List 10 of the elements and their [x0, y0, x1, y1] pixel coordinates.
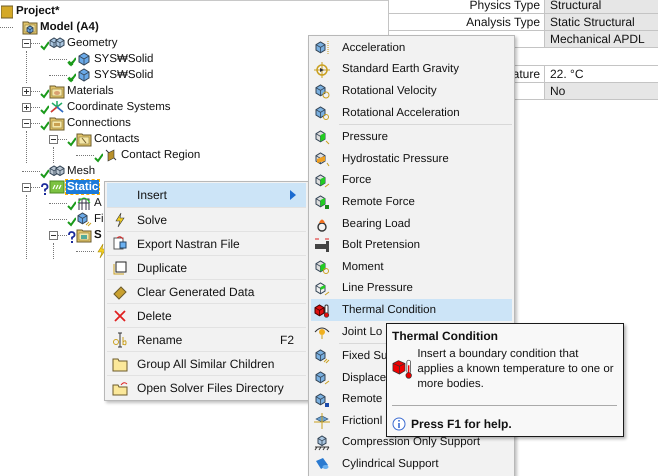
property-value: Structural: [545, 0, 658, 14]
tooltip-description: Insert a boundary condition that applies a known temperature to one or more bodies.: [417, 347, 615, 392]
property-label: Physics Type: [388, 0, 545, 14]
tooltip-title: Thermal Condition: [392, 328, 499, 344]
property-label: Analysis Type: [388, 14, 545, 31]
property-value: Static Structural: [545, 14, 658, 31]
property-value: No: [545, 83, 658, 100]
help-hint: Press F1 for help.: [411, 417, 512, 431]
property-value: Mechanical APDL: [545, 31, 658, 48]
shortcut-label: F2: [280, 332, 294, 346]
